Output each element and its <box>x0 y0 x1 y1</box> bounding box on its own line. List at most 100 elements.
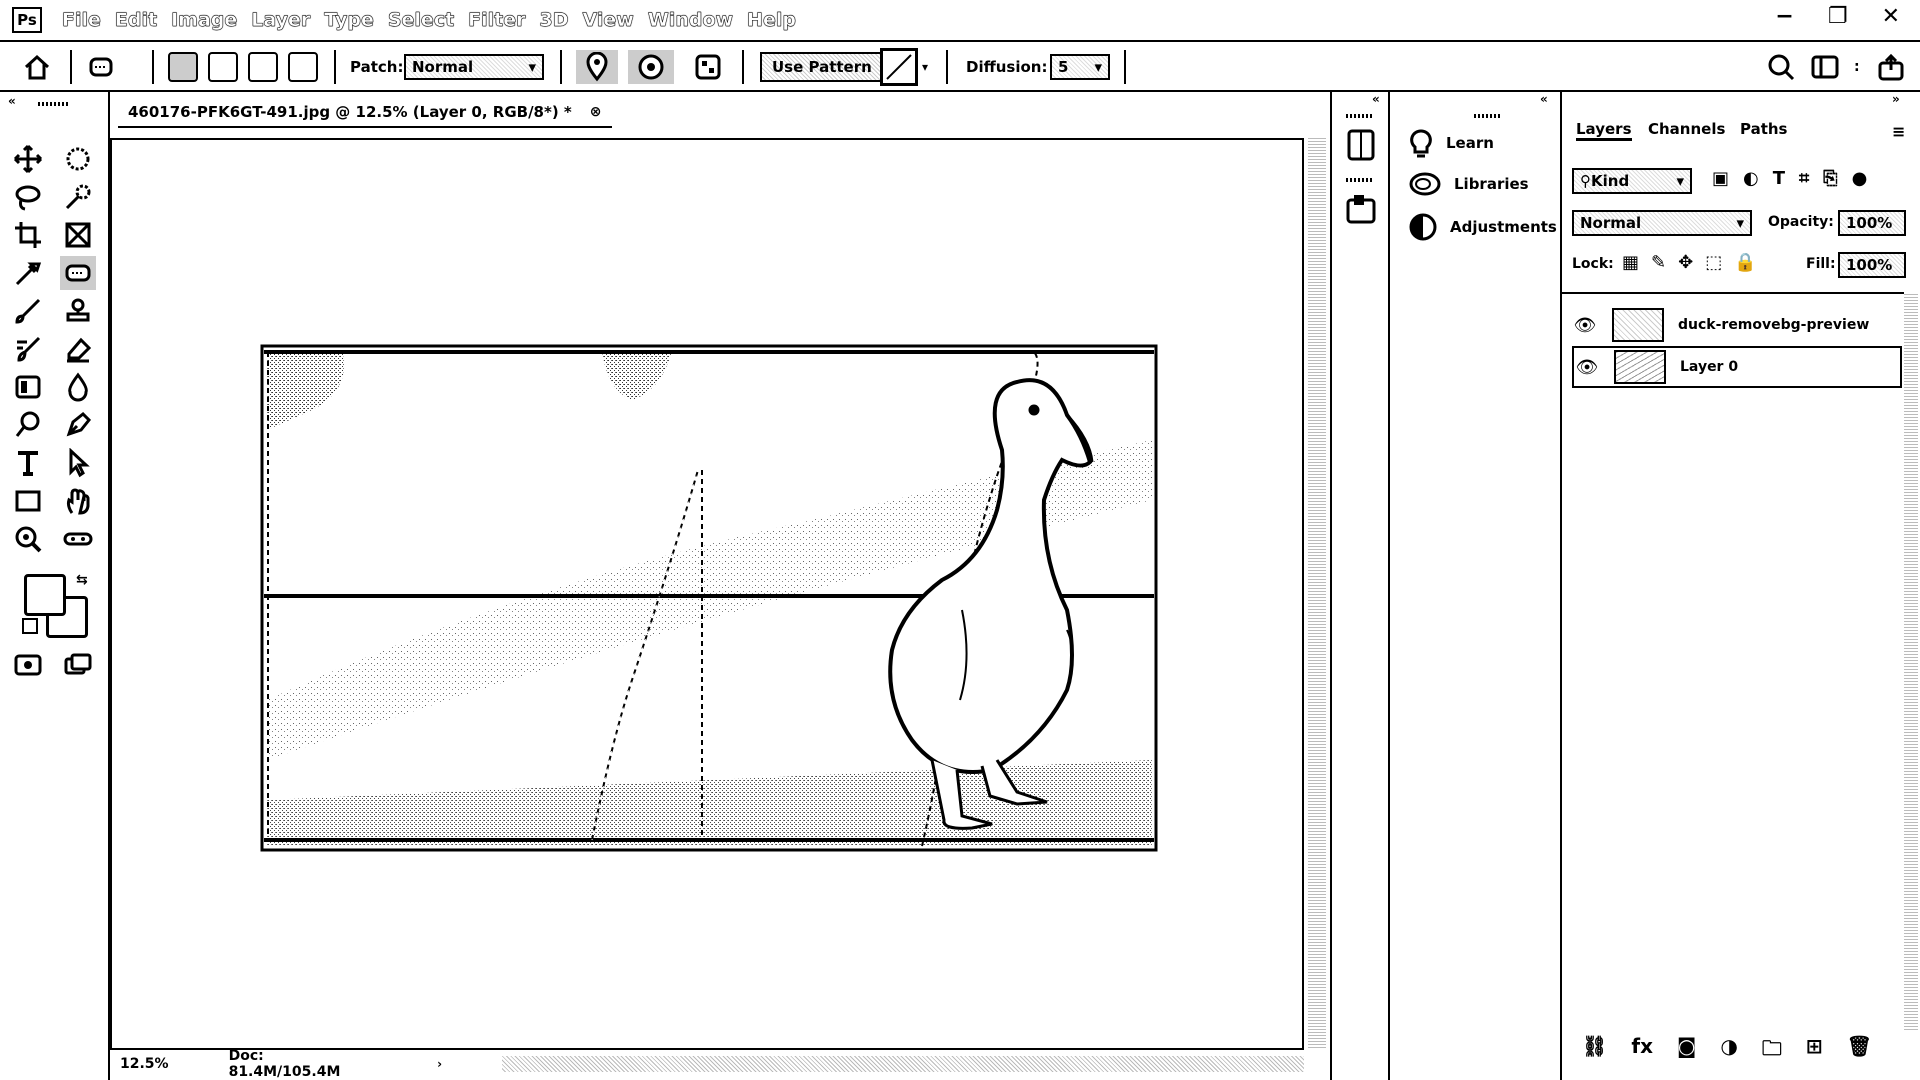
dots-icon[interactable]: : <box>1854 50 1860 84</box>
patch-mode-select[interactable]: Normal ▾ <box>404 54 544 80</box>
doc-size[interactable]: Doc: 81.4M/105.4M <box>229 1048 377 1080</box>
path-selection-tool-icon[interactable] <box>60 446 96 480</box>
new-layer-icon[interactable]: ⊞ <box>1806 1034 1823 1068</box>
tab-layers[interactable]: Layers <box>1576 120 1632 141</box>
screen-mode-icon[interactable] <box>60 648 96 682</box>
layer-row[interactable]: 👁 duck-removebg-preview <box>1572 304 1902 346</box>
eye-icon[interactable]: 👁 <box>1572 315 1598 336</box>
pattern-swatch[interactable] <box>880 48 918 86</box>
patch-tool-icon[interactable] <box>60 256 96 290</box>
3d-panel-icon[interactable] <box>1344 192 1378 230</box>
adjustments-item[interactable]: Adjustments <box>1408 212 1557 242</box>
zoom-level[interactable]: 12.5% <box>120 1056 169 1072</box>
fill-input[interactable]: 100% <box>1838 252 1906 278</box>
menu-window[interactable]: Window <box>648 9 734 31</box>
source-pin-icon[interactable] <box>576 50 618 84</box>
filter-adjustment-icon[interactable]: ◐ <box>1743 168 1759 189</box>
horizontal-scrollbar[interactable] <box>502 1056 1304 1072</box>
history-brush-tool-icon[interactable] <box>10 332 46 366</box>
menu-image[interactable]: Image <box>171 9 238 31</box>
patch-tool-preset-icon[interactable] <box>86 50 116 84</box>
brush-tool-icon[interactable] <box>10 294 46 328</box>
add-mask-icon[interactable]: ◙ <box>1677 1034 1696 1068</box>
destination-target-icon[interactable] <box>628 50 674 84</box>
learn-item[interactable]: Learn <box>1408 128 1494 158</box>
grip-icon[interactable] <box>38 102 68 106</box>
vertical-scrollbar[interactable] <box>1308 138 1326 1050</box>
menu-filter[interactable]: Filter <box>468 9 526 31</box>
tab-paths[interactable]: Paths <box>1740 120 1788 138</box>
foreground-color-swatch[interactable] <box>24 574 66 616</box>
quick-mask-icon[interactable] <box>10 648 46 682</box>
menu-3d[interactable]: 3D <box>539 9 568 31</box>
filter-shape-icon[interactable]: ⌗ <box>1799 168 1809 189</box>
tab-channels[interactable]: Channels <box>1648 120 1725 138</box>
default-colors-icon[interactable] <box>22 618 38 634</box>
move-tool-icon[interactable] <box>10 142 46 176</box>
dodge-tool-icon[interactable] <box>10 408 46 442</box>
close-tab-icon[interactable]: ⊗ <box>590 104 602 120</box>
type-tool-icon[interactable] <box>10 446 46 480</box>
menu-file[interactable]: File <box>62 9 101 31</box>
home-icon[interactable] <box>22 50 52 84</box>
filter-type-icon[interactable]: T <box>1773 168 1785 189</box>
add-to-selection-icon[interactable] <box>208 50 238 84</box>
properties-panel-icon[interactable] <box>1346 128 1376 166</box>
panel-menu-icon[interactable]: ≡ <box>1892 122 1905 141</box>
rectangle-tool-icon[interactable] <box>10 484 46 518</box>
hand-tool-icon[interactable] <box>60 484 96 518</box>
chevron-right-icon[interactable]: › <box>437 1057 442 1071</box>
new-selection-icon[interactable] <box>168 50 198 84</box>
lock-all-icon[interactable]: 🔒 <box>1734 252 1756 273</box>
fx-icon[interactable]: fx <box>1631 1034 1653 1068</box>
more-tools-icon[interactable] <box>60 522 96 556</box>
chevron-down-icon[interactable]: ▾ <box>922 50 928 84</box>
collapse-icon[interactable]: « <box>1372 92 1380 106</box>
adjustment-layer-icon[interactable]: ◑ <box>1720 1034 1737 1068</box>
menu-edit[interactable]: Edit <box>115 9 158 31</box>
filter-smart-object-icon[interactable]: ⎘ <box>1823 168 1837 189</box>
workspace-icon[interactable] <box>1810 50 1840 84</box>
intersect-selection-icon[interactable] <box>288 50 318 84</box>
lock-transparent-icon[interactable]: ▦ <box>1622 252 1639 273</box>
new-group-icon[interactable]: 🗀 <box>1762 1034 1782 1068</box>
filter-toggle-icon[interactable]: ● <box>1852 168 1868 189</box>
frame-tool-icon[interactable] <box>60 218 96 252</box>
document-tab[interactable]: 460176-PFK6GT-491.jpg @ 12.5% (Layer 0, … <box>118 98 612 128</box>
collapse-icon[interactable]: « <box>8 94 16 108</box>
minimize-button[interactable]: − <box>1775 4 1793 29</box>
quick-selection-tool-icon[interactable] <box>60 180 96 214</box>
trash-icon[interactable]: 🗑 <box>1847 1034 1872 1068</box>
menu-help[interactable]: Help <box>747 9 796 31</box>
close-button[interactable]: ✕ <box>1882 4 1900 29</box>
share-icon[interactable] <box>1876 50 1906 84</box>
lock-position-icon[interactable]: ✥ <box>1678 252 1693 273</box>
filter-pixel-icon[interactable]: ▣ <box>1712 168 1729 189</box>
transparent-icon[interactable] <box>694 50 722 84</box>
gradient-tool-icon[interactable] <box>10 370 46 404</box>
lock-artboard-icon[interactable]: ⬚ <box>1705 252 1722 273</box>
eye-icon[interactable]: 👁 <box>1574 357 1600 378</box>
pen-tool-icon[interactable] <box>60 408 96 442</box>
clone-stamp-tool-icon[interactable] <box>60 294 96 328</box>
swap-colors-icon[interactable]: ⇆ <box>76 572 88 588</box>
use-pattern-button[interactable]: Use Pattern <box>760 52 884 82</box>
search-icon[interactable] <box>1766 50 1796 84</box>
libraries-item[interactable]: Libraries <box>1408 170 1529 198</box>
grip-icon[interactable] <box>1474 114 1502 118</box>
layers-scrollbar[interactable] <box>1904 292 1918 1032</box>
menu-layer[interactable]: Layer <box>251 9 310 31</box>
menu-select[interactable]: Select <box>388 9 455 31</box>
lock-pixels-icon[interactable]: ✎ <box>1651 252 1666 273</box>
eraser-tool-icon[interactable] <box>60 332 96 366</box>
eyedropper-tool-icon[interactable] <box>10 256 46 290</box>
grip-icon[interactable] <box>1346 178 1374 182</box>
grip-icon[interactable] <box>1346 114 1374 118</box>
opacity-input[interactable]: 100% <box>1838 210 1906 236</box>
restore-button[interactable]: ❐ <box>1828 4 1848 29</box>
collapse-icon[interactable]: » <box>1892 92 1900 106</box>
canvas[interactable] <box>110 138 1304 1050</box>
lasso-tool-icon[interactable] <box>10 180 46 214</box>
layer-row-selected[interactable]: 👁 Layer 0 <box>1572 346 1902 388</box>
collapse-icon[interactable]: « <box>1540 92 1548 106</box>
